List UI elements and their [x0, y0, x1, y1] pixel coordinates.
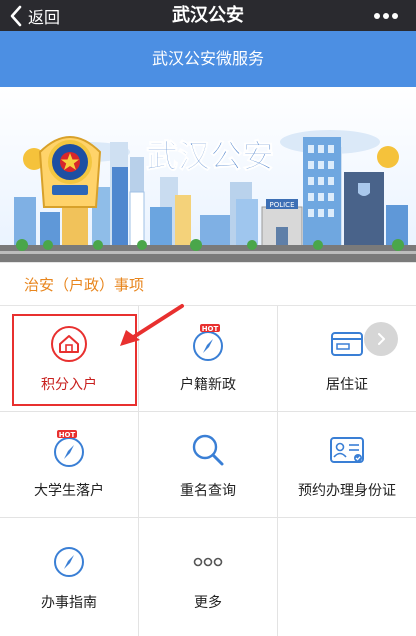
- service-guide[interactable]: 办事指南: [0, 518, 139, 636]
- service-label: 大学生落户: [34, 482, 104, 499]
- more-dots-icon: [374, 12, 398, 19]
- more-dots-icon: [188, 542, 228, 582]
- top-nav-bar: 返回 武汉公安: [0, 0, 416, 31]
- service-residence-permit[interactable]: 居住证: [278, 306, 416, 412]
- empty-cell: [278, 518, 416, 636]
- chevron-right-icon: [378, 333, 385, 345]
- service-label: 重名查询: [180, 482, 236, 499]
- compass-icon: HOT: [49, 429, 89, 470]
- page-title: 武汉公安: [172, 5, 244, 26]
- service-household-policy[interactable]: HOT 户籍新政: [139, 306, 278, 412]
- compass-icon: [49, 542, 89, 582]
- service-name-search[interactable]: 重名查询: [139, 412, 278, 518]
- hot-badge: HOT: [59, 431, 76, 439]
- service-points-residence[interactable]: 积分入户: [0, 306, 139, 412]
- house-icon: [49, 324, 89, 364]
- city-banner: POLICE 武汉公安: [0, 87, 416, 262]
- service-label: 预约办理身份证: [298, 482, 396, 499]
- section-header: 治安（户政）事项: [0, 262, 416, 306]
- service-label: 积分入户: [41, 376, 97, 393]
- police-emblem: [38, 136, 102, 208]
- search-icon: [188, 430, 228, 470]
- hot-badge: HOT: [202, 325, 219, 333]
- service-label: 居住证: [326, 376, 368, 393]
- next-page-button[interactable]: [364, 322, 398, 356]
- police-sign: POLICE: [269, 201, 294, 209]
- card-icon: [327, 324, 367, 364]
- service-id-card-appointment[interactable]: 预约办理身份证: [278, 412, 416, 518]
- service-more[interactable]: 更多: [139, 518, 278, 636]
- compass-icon: HOT: [188, 323, 228, 364]
- service-label: 户籍新政: [180, 376, 236, 393]
- service-label: 办事指南: [41, 595, 97, 611]
- service-grid: 积分入户 HOT 户籍新政 居住证 HOT 大学生落户 重名查询 预约办理身份证…: [0, 306, 416, 636]
- banner-brand-text: 武汉公安: [146, 137, 274, 175]
- id-card-icon: [327, 430, 367, 470]
- more-menu-button[interactable]: [368, 0, 404, 31]
- service-label: 更多: [194, 595, 222, 611]
- section-title-text: 治安（户政）事项: [24, 276, 145, 294]
- service-header: 武汉公安微服务: [0, 31, 416, 87]
- service-graduate-residence[interactable]: HOT 大学生落户: [0, 412, 139, 518]
